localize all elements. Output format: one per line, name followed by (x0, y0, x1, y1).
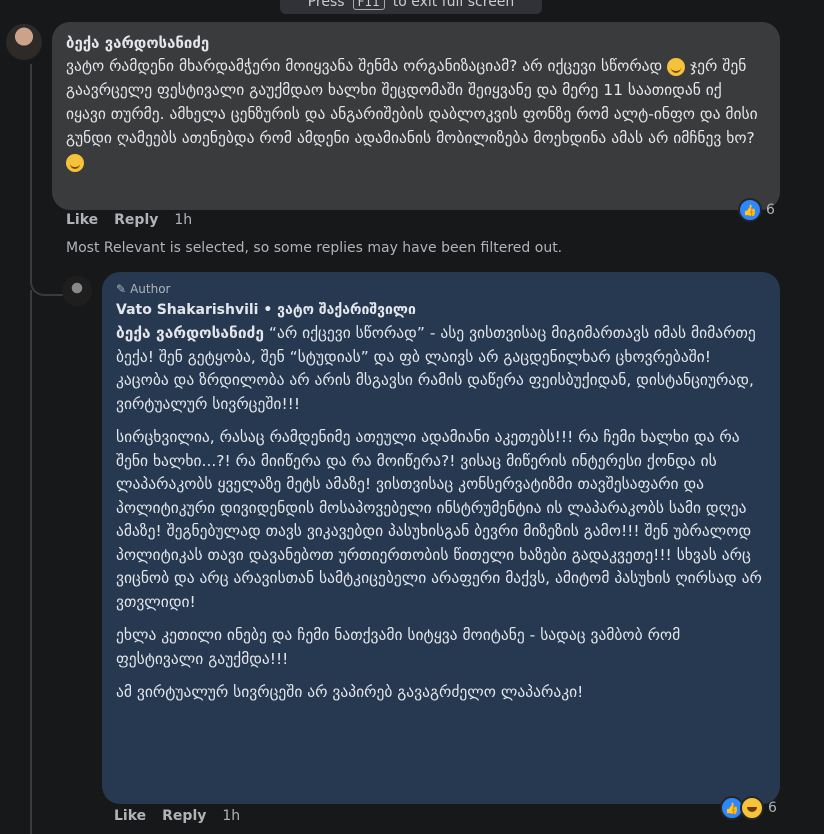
comment-bubble: ბექა ვარდოსანიძე ვატო რამდენი მხარდამჭერ… (52, 22, 780, 210)
reaction-count: 6 (766, 202, 775, 218)
reply-paragraph: ამ ვირტუალურ სივრცეში არ ვაპირებ გავაგრძ… (116, 683, 584, 701)
comment-author[interactable]: ბექა ვარდოსანიძე (66, 34, 766, 52)
fullscreen-hint-key: F11 (352, 0, 385, 10)
comment-text: ვატო რამდენი მხარდამჭერი მოიყვანა შენმა … (66, 54, 766, 174)
mention-link[interactable]: ბექა ვარდოსანიძე (116, 324, 264, 342)
fullscreen-hint-prefix: Press (307, 0, 345, 10)
reply-button[interactable]: Reply (162, 808, 206, 824)
reply-text: ბექა ვარდოსანიძე “არ იქცევი სწორად” - ას… (116, 322, 766, 705)
reaction-summary[interactable]: 👍 6 (720, 796, 777, 820)
fullscreen-hint: Press F11 to exit full screen (280, 0, 542, 14)
reaction-summary[interactable]: 👍 6 (738, 198, 775, 222)
author-badge: ✎ Author (116, 280, 766, 298)
author-badge-label: Author (130, 282, 171, 296)
avatar[interactable] (6, 24, 42, 60)
reply-button[interactable]: Reply (114, 212, 158, 228)
reply-author[interactable]: Vato Shakarishvili • ვატო შაქარიშვილი (116, 302, 766, 318)
thread-line (30, 290, 32, 834)
like-button[interactable]: Like (114, 808, 146, 824)
reaction-count: 6 (768, 800, 777, 816)
fullscreen-hint-suffix: to exit full screen (392, 0, 515, 10)
reply-actions: Like Reply 1h (114, 808, 240, 824)
reply-paragraph: ეხლა კეთილი ინებე და ჩემი ნათქვამი სიტყვ… (116, 626, 681, 668)
reply-paragraph: ბექა ვარდოსანიძე “არ იქცევი სწორად” - ას… (116, 322, 766, 416)
comment-time[interactable]: 1h (174, 212, 192, 228)
filter-note: Most Relevant is selected, so some repli… (66, 240, 563, 256)
haha-icon (740, 796, 764, 820)
pen-icon: ✎ (116, 282, 127, 296)
reply-bubble: ✎ Author Vato Shakarishvili • ვატო შაქარ… (102, 272, 780, 804)
avatar[interactable] (62, 276, 92, 306)
smile-emoji-icon (667, 57, 686, 76)
reply-paragraph: სირცხვილია, რასაც რამდენიმე ათეული ადამი… (116, 428, 762, 611)
comment-text-part1: ვატო რამდენი მხარდამჭერი მოიყვანა შენმა … (66, 57, 663, 75)
like-icon: 👍 (738, 198, 762, 222)
smile-emoji-icon (66, 153, 84, 172)
like-button[interactable]: Like (66, 212, 98, 228)
comment-actions: Like Reply 1h (66, 212, 192, 228)
reply-time[interactable]: 1h (222, 808, 240, 824)
